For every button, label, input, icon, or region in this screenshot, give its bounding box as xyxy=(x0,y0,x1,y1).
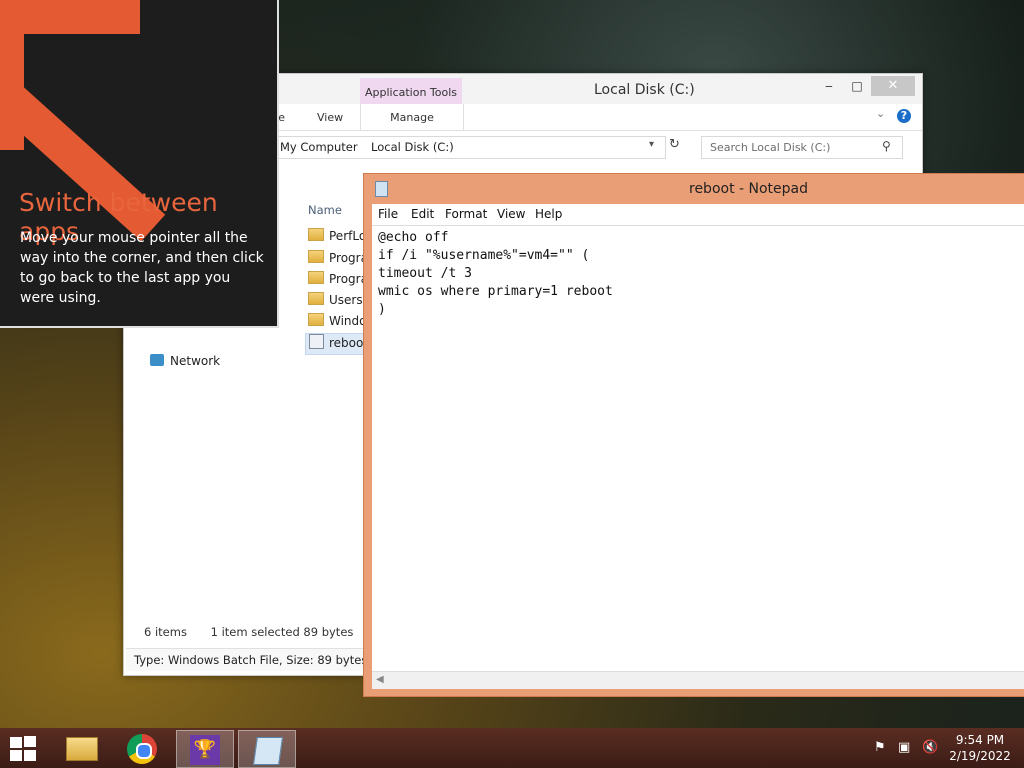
file-row[interactable]: PerfLo xyxy=(308,228,366,248)
application-tools-label: Application Tools xyxy=(360,78,462,104)
network-icon xyxy=(150,354,164,366)
notepad-icon xyxy=(253,737,283,765)
refresh-icon[interactable]: ↻ xyxy=(669,137,680,152)
code-line: wmic os where primary=1 reboot xyxy=(378,284,613,299)
taskbar-chrome[interactable] xyxy=(114,730,170,766)
help-icon[interactable]: ? xyxy=(897,109,911,123)
folder-icon xyxy=(308,292,324,305)
clock-date: 2/19/2022 xyxy=(949,749,1011,763)
folder-icon xyxy=(308,271,324,284)
taskbar-notepad[interactable] xyxy=(238,730,296,768)
code-line: @echo off xyxy=(378,230,449,245)
file-row[interactable]: Users xyxy=(308,292,363,312)
flag-icon[interactable]: ⚑ xyxy=(874,740,886,755)
file-explorer-icon xyxy=(66,737,98,761)
close-button[interactable]: ✕ xyxy=(871,76,915,96)
status-item-count: 6 items xyxy=(144,625,187,639)
clock-time: 9:54 PM xyxy=(955,733,1005,747)
nav-item-network-label: Network xyxy=(170,354,221,368)
scroll-left-icon[interactable]: ◀ xyxy=(376,674,384,685)
notepad-app-icon[interactable] xyxy=(375,181,388,197)
text-editor[interactable]: @echo off if /i "%username%"=vm4="" ( ti… xyxy=(372,225,1024,672)
file-row[interactable]: Progra xyxy=(308,271,368,291)
file-row[interactable]: Progra xyxy=(308,250,368,270)
status-selection: 1 item selected 89 bytes xyxy=(210,625,354,639)
start-button[interactable] xyxy=(10,736,38,762)
maximize-button[interactable]: □ xyxy=(845,76,869,96)
address-history-chevron-icon[interactable]: ▾ xyxy=(649,139,654,150)
tab-view[interactable]: View xyxy=(317,111,343,124)
volume-muted-icon[interactable]: 🔇 xyxy=(922,740,938,755)
menu-bar: File Edit Format View Help xyxy=(372,204,1024,225)
search-icon[interactable]: ⚲ xyxy=(882,139,891,153)
horizontal-scrollbar[interactable]: ◀ xyxy=(372,671,1024,689)
trophy-icon: 🏆 xyxy=(190,735,220,765)
file-name: Windo xyxy=(329,314,367,328)
folder-icon xyxy=(308,313,324,326)
nav-item-network[interactable]: Network xyxy=(150,354,220,368)
code-line: if /i "%username%"=vm4="" ( xyxy=(378,248,590,263)
folder-icon xyxy=(308,250,324,263)
status-bar: 6 items 1 item selected 89 bytes xyxy=(144,625,353,639)
taskbar-file-explorer[interactable] xyxy=(53,730,109,766)
menu-view[interactable]: View xyxy=(497,207,525,221)
column-header-name[interactable]: Name xyxy=(308,203,342,217)
system-clock[interactable]: 9:54 PM 2/19/2022 xyxy=(940,732,1020,764)
search-box[interactable]: Search Local Disk (C:) ⚲ xyxy=(701,136,903,159)
notepad-titlebar[interactable]: reboot - Notepad xyxy=(364,174,1024,204)
file-name: Users xyxy=(329,293,363,307)
tip-body: Move your mouse pointer all the way into… xyxy=(20,230,264,306)
search-input[interactable]: Search Local Disk (C:) xyxy=(710,141,830,154)
file-name: PerfLo xyxy=(329,229,367,243)
file-row[interactable]: Windo xyxy=(308,313,367,333)
batch-file-icon xyxy=(309,334,324,349)
switch-apps-tip: Switch between apps Move your mouse poin… xyxy=(0,0,279,328)
notepad-window[interactable]: reboot - Notepad File Edit Format View H… xyxy=(363,173,1024,697)
network-icon[interactable]: ▣ xyxy=(898,740,910,755)
tab-manage[interactable]: Manage xyxy=(360,104,464,130)
notepad-title: reboot - Notepad xyxy=(689,181,809,197)
minimize-button[interactable]: ‒ xyxy=(817,76,841,96)
folder-icon xyxy=(308,228,324,241)
breadcrumb-my-computer[interactable]: My Computer xyxy=(280,140,358,154)
expand-ribbon-chevron-icon[interactable]: ⌄ xyxy=(876,107,885,120)
menu-help[interactable]: Help xyxy=(535,207,562,221)
file-row-selected[interactable]: reboot xyxy=(305,333,370,355)
taskbar-trophy-app[interactable]: 🏆 xyxy=(176,730,234,768)
code-line: timeout /t 3 xyxy=(378,266,472,281)
code-line: ) xyxy=(378,302,386,317)
explorer-title: Local Disk (C:) xyxy=(594,82,695,98)
breadcrumb-local-disk[interactable]: Local Disk (C:) xyxy=(371,140,454,154)
menu-format[interactable]: Format xyxy=(445,207,487,221)
taskbar: 🏆 ⚑ ▣ 🔇 9:54 PM 2/19/2022 xyxy=(0,728,1024,768)
details-text: Type: Windows Batch File, Size: 89 bytes… xyxy=(134,653,391,667)
menu-edit[interactable]: Edit xyxy=(411,207,434,221)
menu-file[interactable]: File xyxy=(378,207,398,221)
address-bar[interactable]: My Computer Local Disk (C:) xyxy=(274,136,666,159)
